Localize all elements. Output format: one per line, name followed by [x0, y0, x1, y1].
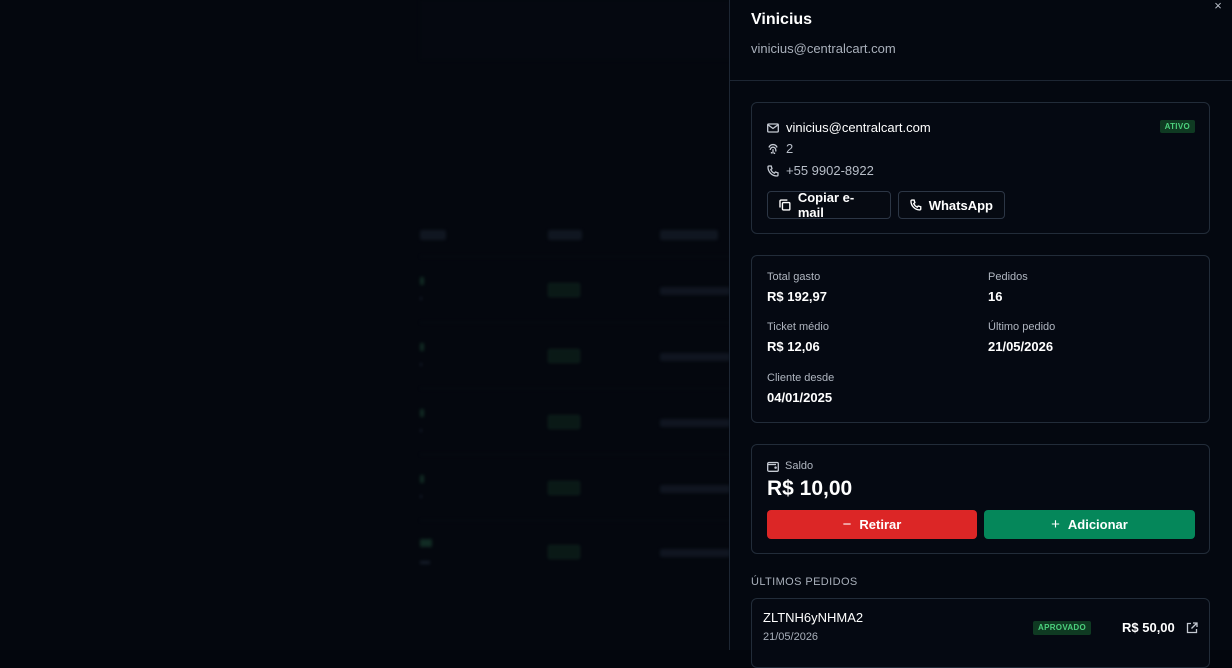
stat-last-order: Último pedido 21/05/2026 — [988, 321, 1055, 354]
add-label: Adicionar — [1067, 517, 1128, 532]
whatsapp-button[interactable]: WhatsApp — [898, 191, 1005, 219]
order-id: ZLTNH6yNHMA2 — [763, 610, 864, 625]
page-backdrop-overlay[interactable] — [0, 0, 729, 650]
balance-card: Saldo R$ 10,00 − Retirar + Adicionar — [751, 444, 1210, 554]
fingerprint-icon — [768, 143, 778, 154]
contact-id-row: 2 — [767, 141, 793, 156]
customer-drawer: × Vinicius vinicius@centralcart.com vini… — [729, 0, 1232, 668]
blurred-table-row — [420, 388, 729, 454]
stat-value: R$ 192,97 — [767, 289, 827, 304]
stat-value: 21/05/2026 — [988, 339, 1054, 354]
customer-id: 2 — [786, 141, 794, 156]
withdraw-label: Retirar — [859, 517, 902, 532]
customer-name: Vinicius — [751, 11, 813, 28]
stat-value: R$ 12,06 — [767, 339, 820, 354]
stat-label: Último pedido — [988, 321, 1056, 333]
status-badge: ATIVO — [1159, 120, 1195, 133]
balance-label: Saldo — [785, 460, 814, 472]
phone-icon — [910, 199, 922, 211]
minus-icon: − — [842, 516, 852, 533]
mail-icon — [767, 122, 779, 133]
contact-phone-row: +55 9902-8922 — [767, 163, 874, 178]
stat-orders: Pedidos 16 — [988, 271, 1028, 304]
blurred-table-row — [420, 256, 729, 322]
blurred-table-row — [420, 322, 729, 388]
copy-email-label: Copiar e-mail — [797, 190, 855, 220]
contact-email: vinicius@centralcart.com — [786, 120, 931, 135]
balance-label-row: Saldo — [767, 460, 813, 472]
phone-icon — [767, 164, 779, 177]
whatsapp-label: WhatsApp — [928, 197, 993, 213]
stat-total-spent: Total gasto R$ 192,97 — [767, 271, 827, 304]
copy-email-button[interactable]: Copiar e-mail — [767, 190, 891, 220]
stat-value: 04/01/2025 — [767, 390, 833, 405]
external-link-icon[interactable] — [1186, 621, 1198, 634]
blurred-column-header — [660, 230, 718, 240]
recent-orders-title: ÚLTIMOS PEDIDOS — [751, 576, 858, 588]
order-date: 21/05/2026 — [763, 631, 819, 643]
stat-customer-since: Cliente desde 04/01/2025 — [767, 372, 834, 405]
contact-phone: +55 9902-8922 — [786, 163, 874, 178]
customer-stats-card: Total gasto R$ 192,97 Pedidos 16 Ticket … — [751, 255, 1210, 423]
contact-card: vinicius@centralcart.com 2 +55 9902-8922… — [751, 102, 1210, 234]
stat-value: 16 — [988, 289, 1003, 304]
customer-email: vinicius@centralcart.com — [751, 41, 896, 56]
add-balance-button[interactable]: + Adicionar — [984, 510, 1195, 539]
stat-avg-ticket: Ticket médio R$ 12,06 — [767, 321, 829, 354]
order-list-item[interactable]: ZLTNH6yNHMA2 21/05/2026 APROVADO R$ 50,0… — [751, 598, 1210, 668]
stat-label: Cliente desde — [767, 372, 835, 384]
copy-icon — [779, 199, 791, 211]
balance-value: R$ 10,00 — [767, 477, 853, 500]
blurred-table-row — [420, 454, 729, 520]
stat-label: Pedidos — [988, 271, 1028, 283]
withdraw-button[interactable]: − Retirar — [767, 510, 977, 539]
order-status-badge: APROVADO — [1033, 621, 1092, 635]
plus-icon: + — [1051, 516, 1060, 533]
stat-label: Total gasto — [767, 271, 821, 283]
stat-label: Ticket médio — [767, 321, 829, 333]
wallet-icon — [767, 461, 779, 472]
blurred-header — [420, 0, 729, 60]
order-amount: R$ 50,00 — [1122, 620, 1175, 635]
blurred-column-header — [420, 230, 446, 240]
drawer-header: Vinicius vinicius@centralcart.com — [730, 0, 1232, 81]
blurred-orders-table — [420, 0, 729, 650]
blurred-table-row — [420, 520, 729, 586]
contact-email-row: vinicius@centralcart.com — [767, 120, 931, 135]
blurred-column-header — [548, 230, 582, 240]
